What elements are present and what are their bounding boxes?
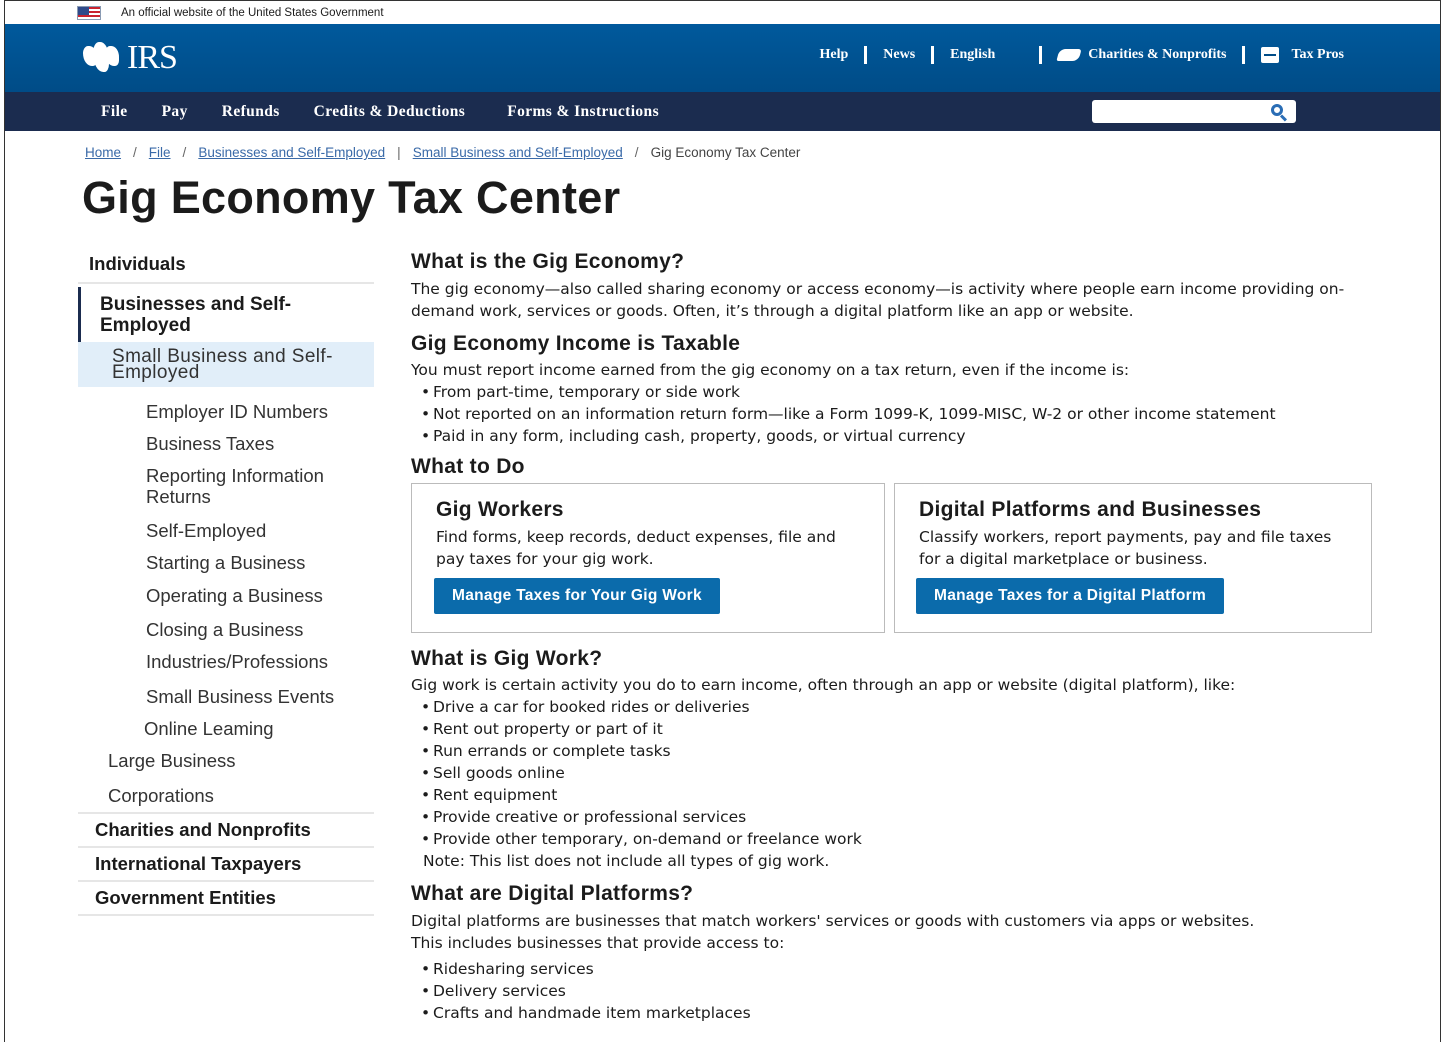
- tax-pros-link[interactable]: Tax Pros: [1251, 47, 1354, 63]
- digital-platforms-list: Ridesharing services Delivery services C…: [421, 958, 1371, 1024]
- sidebar-item-employer-id[interactable]: Employer ID Numbers: [78, 401, 374, 422]
- sidebar-item-individuals[interactable]: Individuals: [78, 247, 374, 284]
- sidebar-item-events[interactable]: Small Business Events: [78, 686, 374, 707]
- sidebar-item-corporations[interactable]: Corporations: [78, 785, 374, 814]
- page-title: Gig Economy Tax Center: [82, 172, 621, 223]
- sidebar-item-reporting-info-returns[interactable]: Reporting Information Returns: [78, 465, 368, 507]
- sidebar-item-small-business[interactable]: Small Business and Self-Employed: [78, 342, 374, 387]
- language-link[interactable]: English: [940, 47, 1005, 63]
- divider: [1039, 46, 1043, 64]
- breadcrumb-current: Gig Economy Tax Center: [650, 145, 801, 160]
- nav-file[interactable]: File: [101, 103, 128, 121]
- divider: [931, 46, 935, 64]
- sidebar-item-industries[interactable]: Industries/Professions: [78, 651, 374, 672]
- list-item: Sell goods online: [421, 762, 1371, 784]
- nav-credits-deductions[interactable]: Credits & Deductions: [314, 103, 466, 121]
- card-body: Find forms, keep records, deduct expense…: [436, 528, 836, 568]
- sidebar-item-self-employed[interactable]: Self-Employed: [78, 520, 374, 541]
- nav-refunds[interactable]: Refunds: [222, 103, 280, 121]
- list-item: Not reported on an information return fo…: [421, 403, 1371, 425]
- sidebar-item-online-learning[interactable]: Online Leaming: [78, 718, 374, 739]
- gig-work-note: Note: This list does not include all typ…: [423, 852, 830, 870]
- card-title: Digital Platforms and Businesses: [919, 498, 1262, 521]
- section-body-taxable: You must report income earned from the g…: [411, 361, 1130, 379]
- gov-banner-text: An official website of the United States…: [121, 6, 384, 19]
- manage-gig-work-button[interactable]: Manage Taxes for Your Gig Work: [434, 578, 720, 614]
- sidebar-nav: Individuals Businesses and Self-Employed…: [78, 247, 374, 916]
- main-content: What is the Gig Economy? The gig economy…: [411, 250, 1372, 1024]
- charities-label: Charities & Nonprofits: [1088, 47, 1227, 62]
- taxable-list: From part-time, temporary or side work N…: [421, 381, 1371, 447]
- tax-pros-label: Tax Pros: [1291, 47, 1344, 62]
- search-input[interactable]: [1092, 100, 1296, 123]
- us-flag-icon: [77, 5, 101, 20]
- list-item: Run errands or complete tasks: [421, 740, 1371, 762]
- sidebar-item-international[interactable]: International Taxpayers: [78, 848, 374, 882]
- breadcrumb-home[interactable]: Home: [85, 145, 121, 160]
- charities-link[interactable]: Charities & Nonprofits: [1048, 47, 1236, 63]
- section-heading-taxable: Gig Economy Income is Taxable: [411, 332, 741, 355]
- sidebar-item-businesses[interactable]: Businesses and Self-Employed: [78, 287, 374, 342]
- card-title: Gig Workers: [436, 498, 564, 521]
- sidebar-item-large-business[interactable]: Large Business: [78, 750, 374, 772]
- list-item: Ridesharing services: [421, 958, 1371, 980]
- nav-pay[interactable]: Pay: [162, 103, 188, 121]
- breadcrumb-small-business[interactable]: Small Business and Self-Employed: [413, 145, 623, 160]
- logo-text: IRS: [127, 39, 178, 76]
- section-body-gig-economy: The gig economy—also called sharing econ…: [411, 280, 1345, 320]
- sidebar-item-closing-business[interactable]: Closing a Business: [78, 619, 374, 640]
- list-item: From part-time, temporary or side work: [421, 381, 1371, 403]
- handshake-icon: [1056, 49, 1082, 61]
- list-item: Provide other temporary, on-demand or fr…: [421, 828, 1371, 850]
- tax-pro-icon: [1261, 47, 1280, 63]
- gov-banner: An official website of the United States…: [5, 0, 1440, 24]
- site-header: IRS Help News English Charities & Nonpro…: [5, 24, 1440, 92]
- section-heading-digital-platforms: What are Digital Platforms?: [411, 882, 694, 905]
- news-link[interactable]: News: [873, 47, 925, 63]
- card-body: Classify workers, report payments, pay a…: [919, 528, 1332, 568]
- list-item: Rent out property or part of it: [421, 718, 1371, 740]
- breadcrumb: Home / File / Businesses and Self-Employ…: [85, 145, 801, 160]
- sidebar-item-operating-business[interactable]: Operating a Business: [78, 585, 374, 606]
- utility-nav: Help News English Charities & Nonprofits…: [809, 46, 1354, 64]
- list-item: Crafts and handmade item marketplaces: [421, 1002, 1371, 1024]
- breadcrumb-businesses[interactable]: Businesses and Self-Employed: [198, 145, 385, 160]
- divider: [864, 46, 868, 64]
- sidebar-item-government[interactable]: Government Entities: [78, 882, 374, 916]
- sidebar-item-starting-business[interactable]: Starting a Business: [78, 552, 374, 573]
- section-heading-what-to-do: What to Do: [411, 455, 525, 478]
- list-item: Rent equipment: [421, 784, 1371, 806]
- sidebar-item-business-taxes[interactable]: Business Taxes: [78, 433, 374, 454]
- help-link[interactable]: Help: [809, 47, 858, 63]
- irs-logo[interactable]: IRS: [81, 39, 178, 77]
- gig-workers-card: Gig Workers Find forms, keep records, de…: [411, 483, 885, 633]
- search-icon[interactable]: [1270, 103, 1288, 122]
- sidebar-item-charities[interactable]: Charities and Nonprofits: [78, 814, 374, 848]
- nav-forms-instructions[interactable]: Forms & Instructions: [507, 103, 659, 121]
- divider: [1242, 46, 1246, 64]
- breadcrumb-file[interactable]: File: [149, 145, 171, 160]
- section-body-digital-platforms: Digital platforms are businesses that ma…: [411, 912, 1255, 952]
- digital-platforms-card: Digital Platforms and Businesses Classif…: [894, 483, 1372, 633]
- list-item: Delivery services: [421, 980, 1371, 1002]
- list-item: Provide creative or professional service…: [421, 806, 1371, 828]
- gig-work-list: Drive a car for booked rides or deliveri…: [421, 696, 1371, 850]
- list-item: Paid in any form, including cash, proper…: [421, 425, 1371, 447]
- main-nav: File Pay Refunds Credits & Deductions Fo…: [5, 92, 1440, 131]
- eagle-icon: [81, 42, 121, 74]
- page-frame: An official website of the United States…: [4, 0, 1441, 1042]
- section-heading-gig-economy: What is the Gig Economy?: [411, 250, 685, 273]
- section-body-gig-work: Gig work is certain activity you do to e…: [411, 676, 1236, 694]
- manage-digital-platform-button[interactable]: Manage Taxes for a Digital Platform: [916, 578, 1225, 614]
- list-item: Drive a car for booked rides or deliveri…: [421, 696, 1371, 718]
